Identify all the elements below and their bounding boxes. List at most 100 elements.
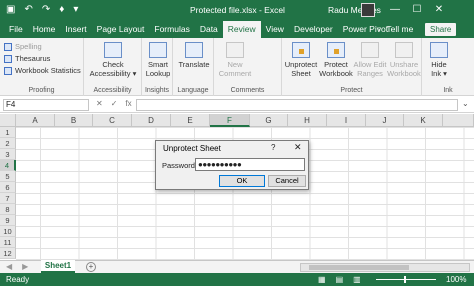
- column-header[interactable]: [443, 114, 474, 127]
- ribbon: Spelling Thesaurus Workbook Statistics P…: [0, 38, 474, 96]
- tab-insert[interactable]: Insert: [60, 21, 91, 38]
- column-header[interactable]: E: [171, 114, 210, 127]
- add-sheet-icon[interactable]: +: [86, 262, 96, 272]
- help-icon[interactable]: ?: [271, 143, 275, 152]
- accessibility-group: Check Accessibility ▾ Accessibility: [84, 38, 142, 96]
- page-layout-view-icon[interactable]: ▤: [336, 275, 344, 284]
- tell-me-label: Tell me: [386, 24, 414, 34]
- row-header[interactable]: 8: [0, 204, 16, 215]
- ok-button[interactable]: OK: [219, 175, 265, 187]
- proofing-group: Spelling Thesaurus Workbook Statistics P…: [0, 38, 84, 96]
- row-header[interactable]: 5: [0, 171, 16, 182]
- tab-file[interactable]: File: [4, 21, 28, 38]
- close-icon[interactable]: ✕: [294, 142, 302, 153]
- spelling-icon: [4, 42, 12, 51]
- unshare-workbook-button[interactable]: Unshare Workbook: [387, 42, 421, 78]
- redo-icon[interactable]: ↷: [42, 4, 50, 16]
- normal-view-icon[interactable]: ▦: [318, 275, 326, 284]
- unprotect-sheet-dialog: Unprotect Sheet ? ✕ Password: ●●●●●●●●●●…: [155, 140, 309, 190]
- status-bar: Ready ▦ ▤ ▥ 100%: [0, 273, 474, 286]
- new-comment-button[interactable]: New Comment: [218, 42, 252, 78]
- column-header[interactable]: G: [250, 114, 288, 127]
- unprotect-sheet-icon: [292, 42, 310, 58]
- tab-review[interactable]: Review: [222, 21, 261, 38]
- row-header[interactable]: 12: [0, 248, 16, 259]
- tab-developer[interactable]: Developer: [289, 21, 338, 38]
- smart-lookup-icon: [149, 42, 167, 58]
- tab-home[interactable]: Home: [28, 21, 61, 38]
- name-box[interactable]: F4: [3, 99, 89, 111]
- column-header[interactable]: B: [55, 114, 93, 127]
- column-header[interactable]: D: [132, 114, 171, 127]
- column-header-selected[interactable]: F: [210, 114, 250, 127]
- customize-icon[interactable]: ▾: [73, 4, 78, 16]
- sheet-tab-bar: ◀ ▶ Sheet1 +: [0, 260, 474, 273]
- unprotect-sheet-button[interactable]: Unprotect Sheet: [284, 42, 318, 78]
- row-header[interactable]: 9: [0, 215, 16, 226]
- formula-bar: F4 ✕ ✓ fx ⌄: [0, 97, 474, 113]
- select-all-corner[interactable]: [0, 114, 16, 127]
- row-header[interactable]: 3: [0, 149, 16, 160]
- column-header[interactable]: K: [404, 114, 443, 127]
- column-header[interactable]: H: [288, 114, 327, 127]
- row-header[interactable]: 10: [0, 226, 16, 237]
- row-header-selected[interactable]: 4: [0, 160, 16, 171]
- cancel-button[interactable]: Cancel: [268, 175, 306, 187]
- allow-edit-ranges-button[interactable]: Allow Edit Ranges: [353, 42, 387, 78]
- insights-group: Smart Lookup Insights: [142, 38, 173, 96]
- sheet-tab-sheet1[interactable]: Sheet1: [41, 260, 75, 273]
- undo-icon[interactable]: ↶: [24, 4, 32, 16]
- translate-button[interactable]: Translate: [176, 42, 212, 69]
- avatar[interactable]: [361, 3, 375, 17]
- smart-lookup-button[interactable]: Smart Lookup: [144, 42, 172, 78]
- zoom-level[interactable]: 100%: [446, 275, 466, 284]
- share-button[interactable]: Share: [425, 23, 457, 36]
- row-header[interactable]: 2: [0, 138, 16, 149]
- minimize-icon[interactable]: —: [384, 2, 406, 18]
- chevron-down-icon[interactable]: ⌄: [462, 99, 469, 108]
- enter-icon[interactable]: ✓: [111, 99, 118, 108]
- view-buttons: ▦ ▤ ▥: [318, 275, 361, 284]
- protect-workbook-button[interactable]: Protect Workbook: [318, 42, 354, 78]
- column-header[interactable]: J: [366, 114, 404, 127]
- scroll-left-icon[interactable]: ◀: [6, 262, 12, 271]
- lightbulb-icon[interactable]: ♦: [59, 4, 64, 16]
- tab-data[interactable]: Data: [195, 21, 223, 38]
- page-break-view-icon[interactable]: ▥: [353, 275, 361, 284]
- row-header[interactable]: 1: [0, 127, 16, 138]
- hide-ink-button[interactable]: Hide Ink ▾: [426, 42, 452, 78]
- comments-group: New Comment Comments: [214, 38, 282, 96]
- tab-page-layout[interactable]: Page Layout: [92, 21, 150, 38]
- row-header[interactable]: 6: [0, 182, 16, 193]
- password-field[interactable]: ●●●●●●●●●●: [195, 158, 305, 171]
- spelling-button[interactable]: Spelling: [4, 42, 42, 51]
- column-header[interactable]: A: [16, 114, 55, 127]
- zoom-slider[interactable]: [376, 279, 436, 280]
- row-header[interactable]: 11: [0, 237, 16, 248]
- scrollbar-thumb[interactable]: [309, 265, 409, 270]
- protect-label: Protect: [340, 87, 363, 94]
- check-accessibility-button[interactable]: Check Accessibility ▾: [89, 42, 137, 78]
- window-title: Protected file.xlsx - Excel: [190, 5, 285, 15]
- status-text: Ready: [6, 275, 30, 284]
- password-label: Password:: [162, 161, 198, 170]
- save-icon[interactable]: ▣: [6, 4, 15, 16]
- unshare-workbook-icon: [395, 42, 413, 58]
- workbook-statistics-label: Workbook Statistics: [15, 66, 81, 75]
- zoom-slider-thumb[interactable]: [404, 276, 406, 283]
- tab-view[interactable]: View: [261, 21, 289, 38]
- horizontal-scrollbar[interactable]: [300, 263, 470, 272]
- scroll-right-icon[interactable]: ▶: [22, 262, 28, 271]
- row-header[interactable]: 7: [0, 193, 16, 204]
- column-header[interactable]: I: [327, 114, 366, 127]
- tab-formulas[interactable]: Formulas: [149, 21, 194, 38]
- close-icon[interactable]: ✕: [428, 2, 450, 18]
- function-icon[interactable]: fx: [125, 99, 131, 108]
- tell-me-search[interactable]: ♀ Tell me: [376, 21, 413, 38]
- formula-input[interactable]: [136, 99, 458, 111]
- cancel-icon[interactable]: ✕: [96, 99, 103, 108]
- maximize-icon[interactable]: ☐: [406, 2, 428, 18]
- workbook-statistics-button[interactable]: Workbook Statistics: [4, 66, 81, 75]
- column-header[interactable]: C: [93, 114, 132, 127]
- thesaurus-button[interactable]: Thesaurus: [4, 54, 50, 63]
